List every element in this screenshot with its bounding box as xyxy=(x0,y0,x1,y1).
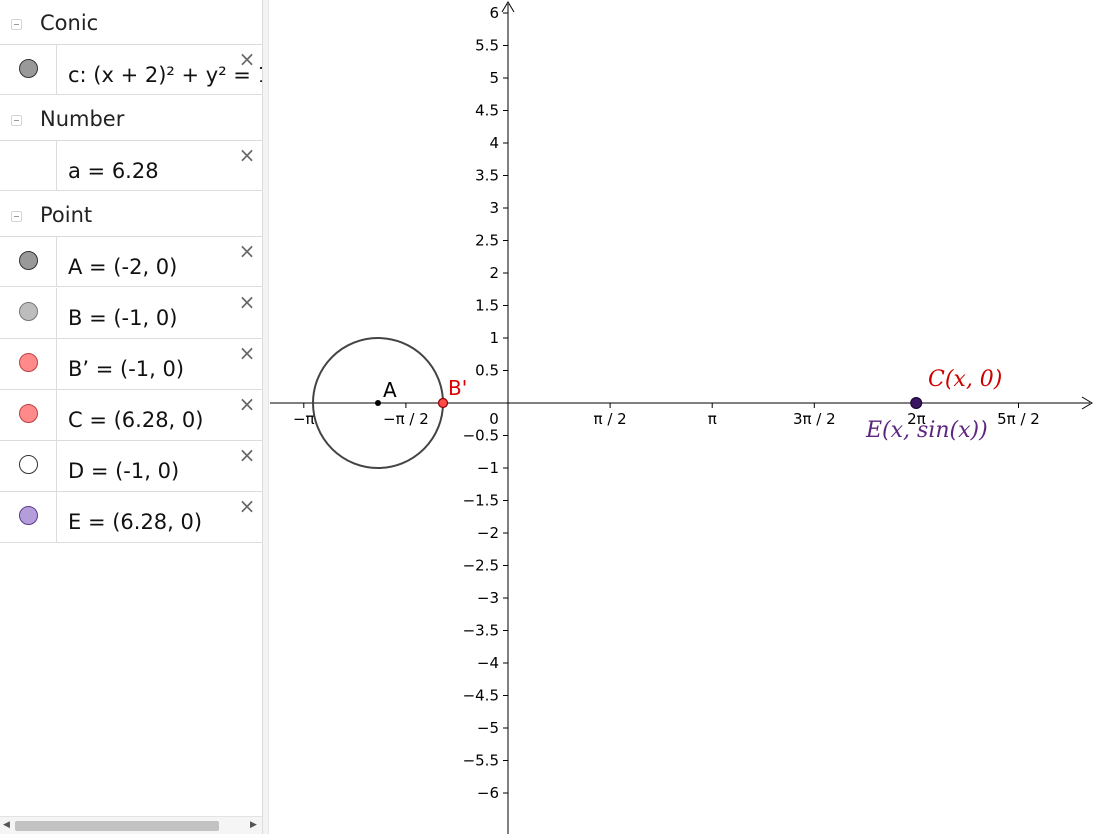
group-title-number: Number xyxy=(40,107,125,131)
delete-icon[interactable]: × xyxy=(238,445,256,465)
visibility-marble-icon[interactable] xyxy=(19,59,38,78)
collapse-icon[interactable] xyxy=(11,211,22,222)
x-tick-label: 5π / 2 xyxy=(997,410,1040,428)
scrollbar-thumb[interactable] xyxy=(15,821,219,831)
algebra-item-point-e[interactable]: E = (6.28, 0) × xyxy=(0,492,262,543)
marble-cell xyxy=(0,237,57,286)
delete-icon[interactable]: × xyxy=(238,292,256,312)
collapse-icon[interactable] xyxy=(11,19,22,30)
y-tick-label: −3 xyxy=(477,589,499,607)
delete-icon[interactable]: × xyxy=(238,145,256,165)
marble-cell xyxy=(0,492,57,542)
y-tick-label: −2 xyxy=(477,524,499,542)
algebra-item-point-b-prime[interactable]: B’ = (-1, 0) × xyxy=(0,339,262,390)
point-a xyxy=(375,400,381,406)
marble-cell xyxy=(0,288,57,338)
delete-icon[interactable]: × xyxy=(238,49,256,69)
group-title-point: Point xyxy=(40,203,93,227)
scroll-right-icon[interactable]: ▶ xyxy=(250,820,257,830)
visibility-marble-icon[interactable] xyxy=(19,251,38,270)
group-header-conic[interactable]: Conic xyxy=(0,0,262,46)
algebra-item-text[interactable]: B = (-1, 0) xyxy=(68,306,177,330)
algebra-item-text[interactable]: C = (6.28, 0) xyxy=(68,408,203,432)
origin-label: 0 xyxy=(489,410,499,428)
delete-icon[interactable]: × xyxy=(238,343,256,363)
algebra-item-c[interactable]: c: (x + 2)² + y² = 1 × xyxy=(0,44,262,95)
x-tick-label: 3π / 2 xyxy=(793,410,836,428)
group-header-point[interactable]: Point xyxy=(0,192,262,238)
group-title-conic: Conic xyxy=(40,11,99,35)
y-tick-label: −2.5 xyxy=(463,557,499,575)
marble-cell xyxy=(0,441,57,491)
horizontal-scrollbar[interactable]: ◀ ▶ xyxy=(0,816,262,834)
algebra-item-text[interactable]: E = (6.28, 0) xyxy=(68,510,202,534)
x-tick-label: π / 2 xyxy=(594,410,627,428)
visibility-marble-icon[interactable] xyxy=(19,404,38,423)
y-tick-label: −1 xyxy=(477,459,499,477)
visibility-marble-icon[interactable] xyxy=(19,353,38,372)
collapse-icon[interactable] xyxy=(11,115,22,126)
point-e xyxy=(910,397,923,409)
marble-cell xyxy=(0,45,57,94)
y-tick-label: −1.5 xyxy=(463,492,499,510)
point-a-label: A xyxy=(383,378,397,402)
y-tick-label: 5 xyxy=(489,69,499,87)
graphics-canvas[interactable]: −π −π / 20π / 2 π 3π / 2 2π 5π / 265.554.543.… xyxy=(270,0,1095,834)
y-tick-label: 6 xyxy=(489,4,499,22)
y-tick-label: −5 xyxy=(477,719,499,737)
y-tick-label: 4 xyxy=(489,134,499,152)
point-b-prime-label: B' xyxy=(448,376,467,400)
y-tick-label: 3.5 xyxy=(475,167,499,185)
algebra-item-a[interactable]: a = 6.28 × xyxy=(0,140,262,191)
y-tick-label: 0.5 xyxy=(475,362,499,380)
algebra-item-point-c[interactable]: C = (6.28, 0) × xyxy=(0,390,262,441)
y-tick-label: 3 xyxy=(489,199,499,217)
y-tick-label: 4.5 xyxy=(475,102,499,120)
point-b-prime xyxy=(437,397,449,409)
algebra-item-point-a[interactable]: A = (-2, 0) × xyxy=(0,236,262,287)
marble-cell xyxy=(0,339,57,389)
y-tick-label: 1.5 xyxy=(475,297,499,315)
visibility-marble-icon[interactable] xyxy=(19,302,38,321)
algebra-item-text[interactable]: B’ = (-1, 0) xyxy=(68,357,184,381)
y-tick-label: −3.5 xyxy=(463,622,499,640)
x-tick-label: −π / 2 xyxy=(383,410,429,428)
y-tick-label: −4 xyxy=(477,654,499,672)
algebra-item-text[interactable]: A = (-2, 0) xyxy=(68,255,177,279)
y-tick-label: 2 xyxy=(489,264,499,282)
y-tick-label: −6 xyxy=(477,784,499,802)
scroll-left-icon[interactable]: ◀ xyxy=(3,820,10,830)
y-tick-label: 1 xyxy=(489,329,499,347)
point-e-label: E(x, sin(x)) xyxy=(865,418,988,443)
y-tick-label: −5.5 xyxy=(463,752,499,770)
algebra-view: Conic c: (x + 2)² + y² = 1 × Number a = … xyxy=(0,0,262,834)
delete-icon[interactable]: × xyxy=(238,496,256,516)
x-tick-label: −π xyxy=(293,410,315,428)
point-c-label: C(x, 0) xyxy=(928,367,1002,392)
x-tick-label: π xyxy=(708,410,717,428)
y-tick-label: −0.5 xyxy=(463,427,499,445)
algebra-item-text[interactable]: c: (x + 2)² + y² = 1 xyxy=(68,63,262,87)
graphics-view[interactable]: −π −π / 20π / 2 π 3π / 2 2π 5π / 2 6 5.5 5 4.5 4 3.… xyxy=(270,0,1095,834)
marble-cell xyxy=(0,390,57,440)
algebra-item-text[interactable]: D = (-1, 0) xyxy=(68,459,179,483)
y-tick-label: −4.5 xyxy=(463,687,499,705)
algebra-item-text[interactable]: a = 6.28 xyxy=(68,159,159,183)
view-splitter[interactable] xyxy=(262,0,269,834)
visibility-marble-icon[interactable] xyxy=(19,506,38,525)
delete-icon[interactable]: × xyxy=(238,241,256,261)
visibility-marble-icon[interactable] xyxy=(19,455,38,474)
marble-cell xyxy=(0,141,57,190)
y-tick-label: 2.5 xyxy=(475,232,499,250)
algebra-item-point-d[interactable]: D = (-1, 0) × xyxy=(0,441,262,492)
delete-icon[interactable]: × xyxy=(238,394,256,414)
algebra-item-point-b[interactable]: B = (-1, 0) × xyxy=(0,288,262,339)
y-tick-label: 5.5 xyxy=(475,37,499,55)
group-header-number[interactable]: Number xyxy=(0,96,262,142)
